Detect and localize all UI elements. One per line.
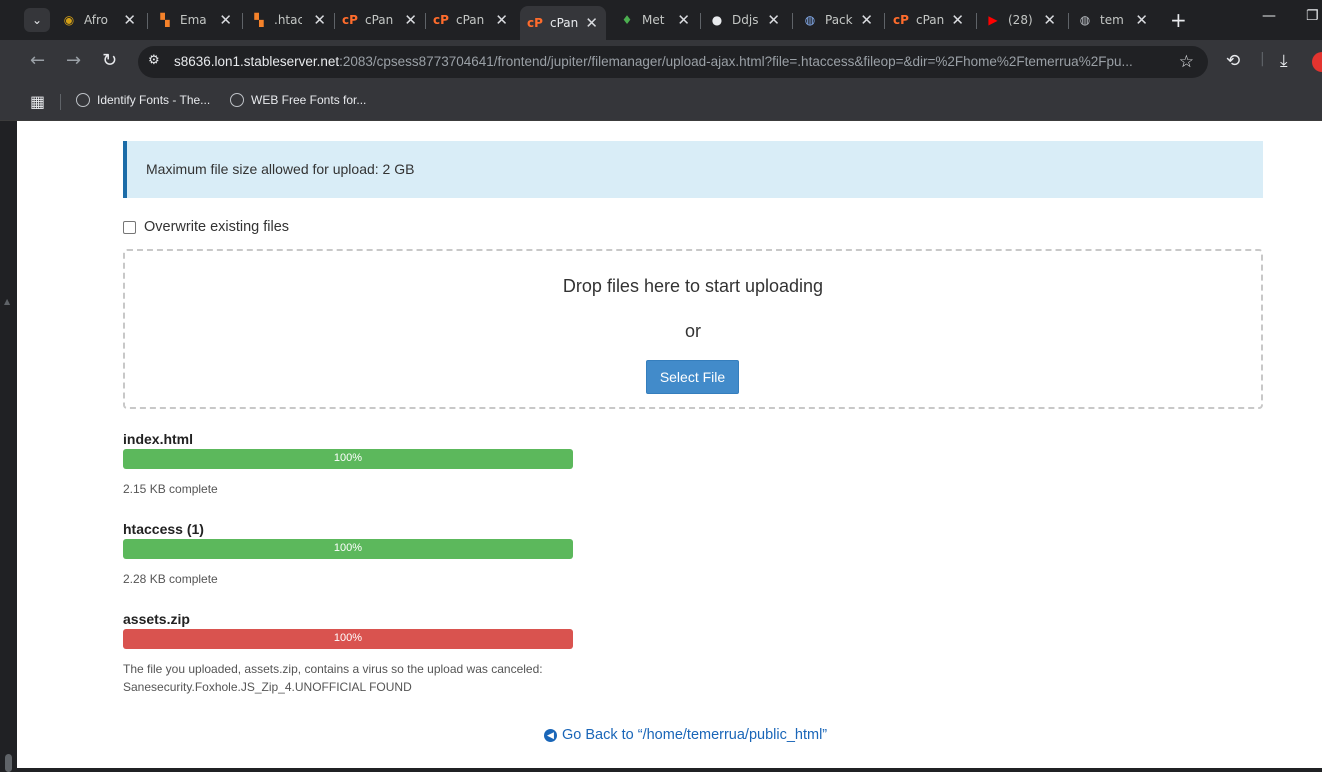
tab-cpanel-2[interactable]: cP cPan ✕ xyxy=(433,6,516,34)
download-icon[interactable]: ⤓ xyxy=(1280,51,1288,71)
close-icon[interactable]: ✕ xyxy=(585,14,598,32)
or-text: or xyxy=(684,321,701,341)
close-icon[interactable]: ✕ xyxy=(404,11,417,29)
globe-icon xyxy=(76,93,90,107)
tab-met[interactable]: ♦ Met ✕ xyxy=(620,6,698,34)
url-text[interactable]: s8636.lon1.stableserver.net:2083/cpsess8… xyxy=(174,54,1164,69)
tab-github[interactable]: ● Ddjs ✕ xyxy=(710,6,788,34)
file-name: assets.zip xyxy=(123,611,190,627)
bars-icon: ▚ xyxy=(160,13,170,27)
close-icon[interactable]: ✕ xyxy=(1043,11,1056,29)
overwrite-checkbox[interactable] xyxy=(123,220,136,234)
cpanel-icon: cP xyxy=(893,13,909,27)
globe-icon: ◍ xyxy=(1079,13,1091,27)
bookmark-web-free-fonts[interactable]: WEB Free Fonts for... xyxy=(230,93,366,107)
tab-tem[interactable]: ◍ tem ✕ xyxy=(1078,6,1156,34)
progress-label: 100% xyxy=(333,452,363,464)
forward-button[interactable]: → xyxy=(66,50,81,71)
github-icon: ● xyxy=(711,13,723,27)
browser-toolbar: ← → ↻ ⚙ s8636.lon1.stableserver.net:2083… xyxy=(0,40,1322,84)
back-button[interactable]: ← xyxy=(30,50,45,71)
progress-label: 100% xyxy=(333,632,363,644)
close-icon[interactable]: ✕ xyxy=(951,11,964,29)
tab-cpanel-1[interactable]: cP cPan ✕ xyxy=(342,6,425,34)
address-bar[interactable]: ⚙ s8636.lon1.stableserver.net:2083/cpses… xyxy=(138,46,1208,78)
site-info-icon[interactable]: ⚙ xyxy=(148,53,164,69)
page-content: Maximum file size allowed for upload: 2 … xyxy=(17,121,1322,768)
apps-grid-icon[interactable]: ▦ xyxy=(30,92,45,111)
history-icon[interactable]: ⟲ xyxy=(1226,51,1240,71)
youtube-icon: ▶ xyxy=(988,13,998,27)
leaf-icon: ♦ xyxy=(621,13,633,27)
close-icon[interactable]: ✕ xyxy=(219,11,232,29)
bookmark-identify-fonts[interactable]: Identify Fonts - The... xyxy=(76,93,210,107)
bookmark-star-icon[interactable]: ☆ xyxy=(1179,52,1194,72)
upload-error-status: The file you uploaded, assets.zip, conta… xyxy=(123,662,543,694)
close-icon[interactable]: ✕ xyxy=(1135,11,1148,29)
toolbar-divider: | xyxy=(1260,51,1265,67)
close-icon[interactable]: ✕ xyxy=(123,11,136,29)
upload-item: assets.zip 100% The file you uploaded, a… xyxy=(123,611,573,696)
tab-pack[interactable]: ◍ Pack ✕ xyxy=(803,6,881,34)
file-name: index.html xyxy=(123,431,194,447)
file-name: htaccess (1) xyxy=(123,521,204,537)
tab-htaccess[interactable]: ▚ .htac ✕ xyxy=(252,6,334,34)
close-icon[interactable]: ✕ xyxy=(767,11,780,29)
tab-search-button[interactable]: ⌄ xyxy=(24,8,50,32)
cpanel-icon: cP xyxy=(527,16,543,30)
max-size-alert: Maximum file size allowed for upload: 2 … xyxy=(123,141,1263,198)
close-icon[interactable]: ✕ xyxy=(495,11,508,29)
upload-item: htaccess (1) 100% 2.28 KB complete xyxy=(123,521,573,588)
select-file-button[interactable]: Select File xyxy=(646,360,739,394)
tab-cpanel-active[interactable]: cP cPan ✕ xyxy=(520,6,606,40)
close-icon[interactable]: ✕ xyxy=(313,11,326,29)
close-icon[interactable]: ✕ xyxy=(677,11,690,29)
left-panel: ▲ xyxy=(0,121,17,772)
drop-text: Drop files here to start uploading xyxy=(562,276,824,296)
upload-item: index.html 100% 2.15 KB complete xyxy=(123,431,573,498)
reload-button[interactable]: ↻ xyxy=(102,50,117,71)
cpanel-icon: cP xyxy=(433,13,449,27)
tab-cpanel-3[interactable]: cP cPan ✕ xyxy=(893,6,972,34)
overwrite-option[interactable]: Overwrite existing files xyxy=(123,219,289,235)
arrow-left-circle-icon: ◀ xyxy=(544,728,557,742)
tab-youtube[interactable]: ▶ (28) ✕ xyxy=(986,6,1064,34)
globe-icon xyxy=(230,93,244,107)
drop-zone[interactable]: Drop files here to start uploading or Se… xyxy=(123,249,1263,409)
upload-status: 2.28 KB complete xyxy=(123,572,218,586)
tab-afro[interactable]: ◉ Afro ✕ xyxy=(62,6,144,34)
tab-email[interactable]: ▚ Ema ✕ xyxy=(158,6,240,34)
bars-icon: ▚ xyxy=(254,13,264,27)
afro-icon: ◉ xyxy=(63,13,75,27)
scrollbar-thumb[interactable] xyxy=(5,754,12,772)
cpanel-icon: cP xyxy=(342,13,358,27)
progress-bar: 100% xyxy=(123,449,573,469)
upload-status: 2.15 KB complete xyxy=(123,482,218,496)
close-icon[interactable]: ✕ xyxy=(860,11,873,29)
progress-bar: 100% xyxy=(123,629,573,649)
scroll-up-arrow[interactable]: ▲ xyxy=(4,297,10,306)
bookmarks-bar: ▦ Identify Fonts - The... WEB Free Fonts… xyxy=(0,84,1322,121)
globe-icon: ◍ xyxy=(804,13,816,27)
progress-label: 100% xyxy=(333,542,363,554)
progress-bar: 100% xyxy=(123,539,573,559)
go-back-link[interactable]: ◀ Go Back to “/home/temerrua/public_html… xyxy=(544,727,827,743)
minimize-button[interactable]: — xyxy=(1262,8,1276,24)
tab-strip: ⌄ ◉ Afro ✕ ▚ Ema ✕ ▚ .htac ✕ cP cPan ✕ c… xyxy=(0,0,1322,40)
new-tab-button[interactable]: + xyxy=(1170,8,1187,32)
restore-button[interactable]: ❐ xyxy=(1306,8,1319,24)
